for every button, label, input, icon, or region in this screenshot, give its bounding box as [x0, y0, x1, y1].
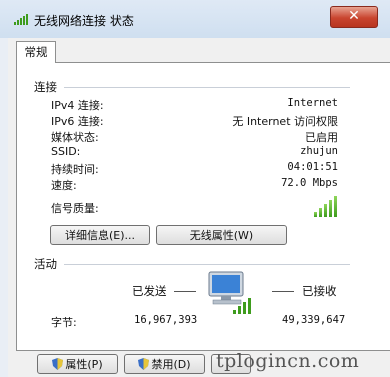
- signal-bar: [324, 204, 327, 217]
- ipv4-label: IPv4 连接:: [51, 99, 104, 112]
- activity-divider: [64, 264, 350, 265]
- signal-bar: [334, 196, 337, 217]
- received-label: 已接收: [302, 284, 337, 298]
- title-bar: 无线网络连接 状态 ✕: [0, 0, 390, 38]
- uac-shield-icon: [52, 358, 64, 370]
- connection-group-label: 连接: [34, 80, 57, 94]
- tab-general[interactable]: 常规: [16, 41, 56, 63]
- speed-value: 72.0 Mbps: [281, 177, 338, 189]
- window-title: 无线网络连接 状态: [34, 14, 134, 28]
- sent-dash: [174, 291, 196, 292]
- media-state-label: 媒体状态:: [51, 131, 99, 144]
- signal-strength-icon: [314, 195, 340, 217]
- signal-bar: [319, 208, 322, 217]
- duration-label: 持续时间:: [51, 163, 99, 176]
- signal-bar: [314, 212, 317, 217]
- watermark: tplogincn.com: [216, 350, 360, 372]
- ssid-label: SSID:: [51, 145, 81, 158]
- sent-label: 已发送: [132, 284, 167, 298]
- close-button[interactable]: ✕: [330, 6, 378, 28]
- bytes-sent-value: 16,967,393: [134, 314, 198, 326]
- wireless-network-icon: [14, 14, 28, 25]
- properties-button[interactable]: 属性(P): [37, 354, 118, 374]
- disable-button-label: 禁用(D): [151, 358, 191, 371]
- bytes-label: 字节:: [51, 316, 77, 329]
- close-icon: ✕: [348, 8, 360, 24]
- ssid-value: zhujun: [300, 145, 338, 157]
- properties-button-label: 属性(P): [65, 358, 103, 371]
- activity-group-label: 活动: [34, 257, 57, 271]
- details-button[interactable]: 详细信息(E)...: [50, 225, 150, 245]
- duration-value: 04:01:51: [287, 161, 338, 173]
- ipv4-value: Internet: [287, 97, 338, 109]
- ipv6-label: IPv6 连接:: [51, 115, 104, 128]
- wireless-properties-button[interactable]: 无线属性(W): [156, 225, 287, 245]
- uac-shield-icon: [138, 358, 150, 370]
- signal-bar: [329, 200, 332, 217]
- received-dash: [272, 291, 294, 292]
- network-computer-icon: [208, 271, 251, 314]
- signal-quality-label: 信号质量:: [51, 202, 99, 215]
- bytes-received-value: 49,339,647: [282, 314, 346, 326]
- ipv6-value: 无 Internet 访问权限: [232, 115, 338, 128]
- speed-label: 速度:: [51, 179, 77, 192]
- media-state-value: 已启用: [305, 131, 338, 144]
- connection-divider: [64, 87, 350, 88]
- disable-button[interactable]: 禁用(D): [124, 354, 205, 374]
